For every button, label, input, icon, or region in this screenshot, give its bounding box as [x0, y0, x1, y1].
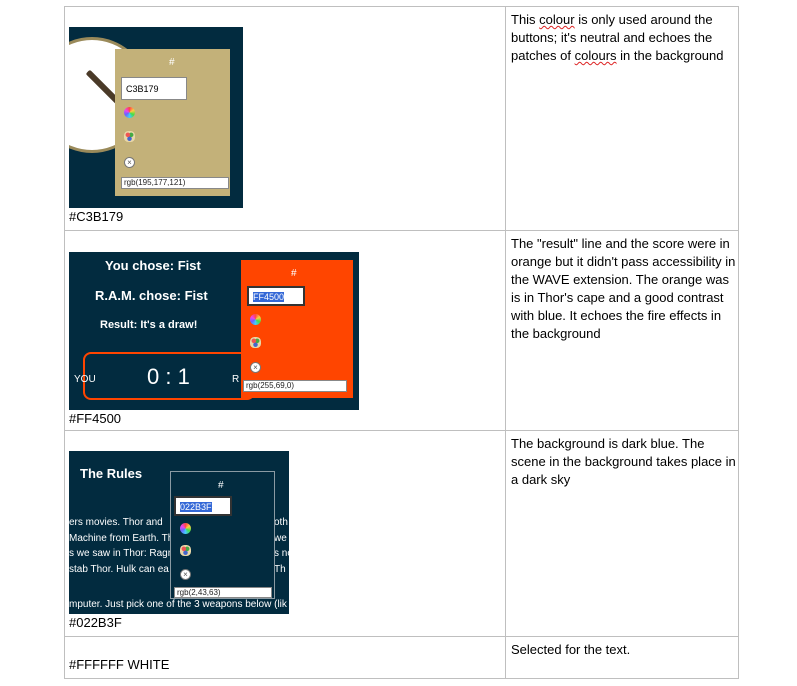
you-label: YOU [74, 374, 96, 385]
screenshot-beige-picker: # C3B179 × rgb(195,177,121) [69, 27, 243, 208]
hex-label: #FF4500 [69, 411, 122, 426]
hex-label: #C3B179 [69, 209, 124, 224]
palette-icon[interactable] [180, 545, 191, 556]
ram-chose-text: R.A.M. chose: Fist [95, 288, 208, 303]
rgb-readout: rgb(2,43,63) [174, 587, 272, 598]
color-wheel-icon[interactable] [250, 314, 261, 325]
hex-input[interactable]: C3B179 [121, 77, 187, 100]
palette-icon[interactable] [250, 337, 261, 348]
clear-icon[interactable]: × [250, 362, 261, 373]
color-wheel-icon[interactable] [180, 523, 191, 534]
left-cell: #FFFFFF WHITE [64, 636, 506, 679]
palette-icon[interactable] [124, 131, 135, 142]
rules-line: s we saw in Thor: Ragn [69, 548, 174, 559]
rgb-readout: rgb(195,177,121) [121, 177, 229, 189]
hex-input[interactable]: FF4500 [247, 286, 305, 306]
description-cell: The background is dark blue. The scene i… [505, 430, 739, 637]
left-cell: The Rules ers movies. Thor and Machine f… [64, 430, 506, 637]
table-row: You chose: Fist R.A.M. chose: Fist Resul… [64, 230, 739, 431]
description-cell: The "result" line and the score were in … [505, 230, 739, 431]
color-picker-panel: # 022B3F × rgb(2,43,63) [170, 471, 275, 599]
misspelled-word: colours [574, 48, 617, 63]
description-cell: This colour is only used around the butt… [505, 6, 739, 231]
left-cell: # C3B179 × rgb(195,177,121) #C3B179 [64, 6, 506, 231]
hex-input[interactable]: 022B3F [174, 496, 232, 516]
description-cell: Selected for the text. [505, 636, 739, 679]
rules-title: The Rules [80, 466, 143, 481]
table-row: #FFFFFF WHITE Selected for the text. [64, 636, 739, 679]
rules-fragment: we [274, 533, 287, 544]
clear-icon[interactable]: × [180, 569, 191, 580]
screenshot-rules: The Rules ers movies. Thor and Machine f… [69, 451, 289, 614]
clear-icon[interactable]: × [124, 157, 135, 168]
left-cell: You chose: Fist R.A.M. chose: Fist Resul… [64, 230, 506, 431]
rules-fragment: s no [274, 548, 289, 559]
screenshot-game-result: You chose: Fist R.A.M. chose: Fist Resul… [69, 252, 359, 410]
color-picker-panel: # FF4500 × rgb(255,69,0) [241, 260, 353, 398]
hash-label: # [169, 57, 175, 68]
rules-fragment: oth [274, 517, 288, 528]
hex-label: #FFFFFF WHITE [69, 657, 170, 672]
rules-line: ers movies. Thor and [69, 517, 163, 528]
you-chose-text: You chose: Fist [105, 258, 201, 273]
hex-label: #022B3F [69, 615, 122, 630]
color-table: # C3B179 × rgb(195,177,121) #C3B179 This… [64, 6, 739, 679]
hash-label: # [218, 480, 224, 491]
hash-label: # [291, 268, 297, 279]
color-wheel-icon[interactable] [124, 107, 135, 118]
rules-fragment: Th [274, 564, 286, 575]
result-text: Result: It's a draw! [100, 319, 198, 331]
r-label: R [232, 374, 240, 385]
rgb-readout: rgb(255,69,0) [243, 380, 347, 392]
rules-line: mputer. Just pick one of the 3 weapons b… [69, 599, 287, 610]
score-text: 0 : 1 [147, 364, 190, 389]
table-row: # C3B179 × rgb(195,177,121) #C3B179 This… [64, 6, 739, 231]
rules-line: Machine from Earth. Th [69, 533, 174, 544]
color-picker-panel: # C3B179 × rgb(195,177,121) [115, 49, 230, 196]
misspelled-word: colour [539, 12, 575, 27]
table-row: The Rules ers movies. Thor and Machine f… [64, 430, 739, 637]
rules-line: stab Thor. Hulk can ea [69, 564, 169, 575]
